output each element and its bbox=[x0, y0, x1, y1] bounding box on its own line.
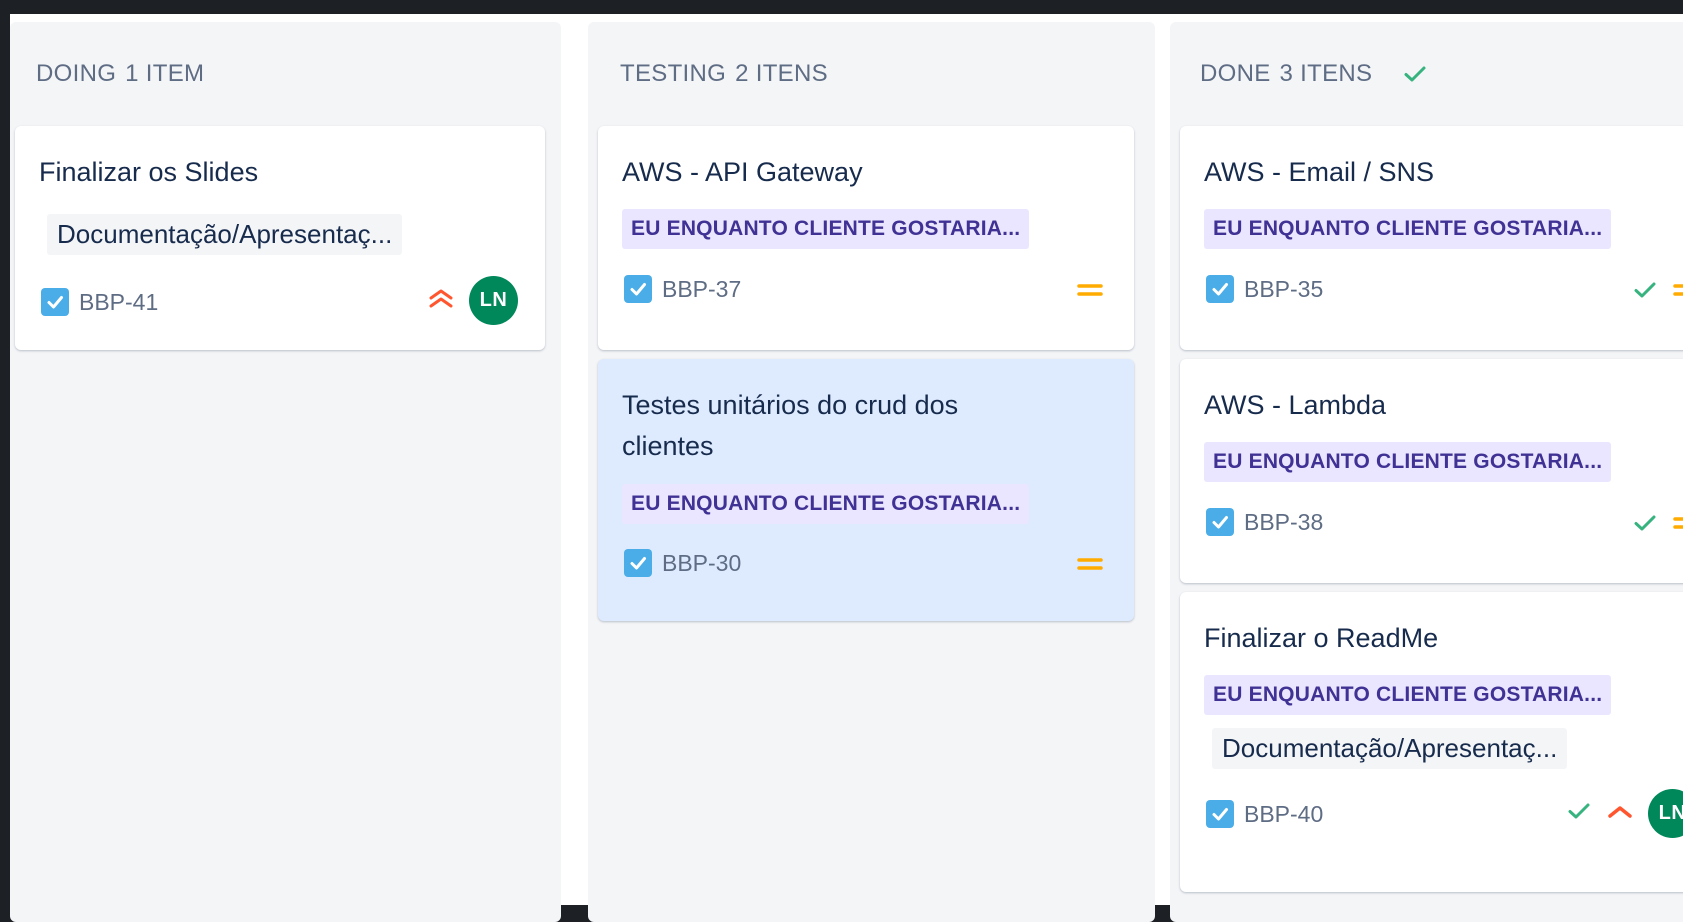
resolved-check-icon bbox=[1632, 277, 1658, 308]
avatar[interactable]: LN bbox=[469, 276, 518, 325]
card-right-icons: LN bbox=[1566, 789, 1683, 838]
column-doing: DOING 1 ITEM Finalizar os Slides Documen… bbox=[10, 22, 561, 922]
task-checkbox-icon bbox=[41, 288, 69, 316]
issue-key[interactable]: BBP-38 bbox=[1244, 509, 1323, 536]
priority-high-icon bbox=[1606, 797, 1634, 830]
card-key-row: BBP-35 bbox=[1206, 275, 1323, 303]
issue-key[interactable]: BBP-40 bbox=[1244, 801, 1323, 828]
avatar[interactable]: LN bbox=[1648, 789, 1683, 838]
card-bbp-40[interactable]: Finalizar o ReadMe EU ENQUANTO CLIENTE G… bbox=[1180, 592, 1683, 892]
column-header-done: DONE 3 ITENS bbox=[1200, 60, 1428, 88]
card-key-row: BBP-38 bbox=[1206, 508, 1323, 536]
priority-medium-icon bbox=[1076, 550, 1104, 583]
card-key-row: BBP-37 bbox=[624, 275, 741, 303]
card-right-icons bbox=[1076, 276, 1104, 309]
column-done: DONE 3 ITENS AWS - Email / SNS EU ENQUAN… bbox=[1170, 22, 1683, 922]
issue-key[interactable]: BBP-35 bbox=[1244, 276, 1323, 303]
card-key-row: BBP-40 bbox=[1206, 800, 1323, 828]
task-checkbox-icon bbox=[624, 549, 652, 577]
card-label: Documentação/Apresentaç... bbox=[47, 214, 403, 255]
column-count: 2 ITENS bbox=[735, 60, 828, 87]
card-key-row: BBP-30 bbox=[624, 549, 741, 577]
card-right-icons: LN bbox=[427, 276, 518, 325]
priority-medium-icon bbox=[1672, 276, 1683, 309]
kanban-board: DOING 1 ITEM Finalizar os Slides Documen… bbox=[10, 14, 1683, 922]
card-label: Documentação/Apresentaç... bbox=[1212, 728, 1568, 769]
column-title: DOING bbox=[36, 60, 117, 87]
card-epic: EU ENQUANTO CLIENTE GOSTARIA... bbox=[1204, 675, 1612, 715]
priority-medium-icon bbox=[1672, 509, 1683, 542]
card-bbp-41[interactable]: Finalizar os Slides Documentação/Apresen… bbox=[15, 126, 545, 350]
task-checkbox-icon bbox=[1206, 508, 1234, 536]
issue-key[interactable]: BBP-41 bbox=[79, 289, 158, 316]
resolved-check-icon bbox=[1566, 798, 1592, 829]
column-testing: TESTING 2 ITENS AWS - API Gateway EU ENQ… bbox=[588, 22, 1155, 922]
card-key-row: BBP-41 bbox=[41, 288, 158, 316]
issue-key[interactable]: BBP-30 bbox=[662, 550, 741, 577]
column-count: 1 ITEM bbox=[125, 60, 205, 87]
column-title: DONE bbox=[1200, 60, 1271, 87]
card-bbp-38[interactable]: AWS - Lambda EU ENQUANTO CLIENTE GOSTARI… bbox=[1180, 359, 1683, 583]
card-title: Finalizar o ReadMe bbox=[1204, 623, 1439, 653]
task-checkbox-icon bbox=[1206, 800, 1234, 828]
card-bbp-30[interactable]: Testes unitários do crud dos clientes EU… bbox=[598, 359, 1134, 621]
card-right-icons bbox=[1076, 550, 1104, 583]
card-title: Testes unitários do crud dos clientes bbox=[622, 390, 959, 461]
done-check-icon bbox=[1402, 61, 1428, 87]
column-header-testing: TESTING 2 ITENS bbox=[620, 60, 828, 88]
task-checkbox-icon bbox=[1206, 275, 1234, 303]
card-epic: EU ENQUANTO CLIENTE GOSTARIA... bbox=[622, 209, 1030, 249]
issue-key[interactable]: BBP-37 bbox=[662, 276, 741, 303]
card-bbp-35[interactable]: AWS - Email / SNS EU ENQUANTO CLIENTE GO… bbox=[1180, 126, 1683, 350]
column-count: 3 ITENS bbox=[1279, 60, 1373, 87]
card-title: AWS - Lambda bbox=[1204, 390, 1387, 420]
card-right-icons bbox=[1632, 276, 1683, 309]
card-epic: EU ENQUANTO CLIENTE GOSTARIA... bbox=[1204, 209, 1612, 249]
task-checkbox-icon bbox=[624, 275, 652, 303]
priority-medium-icon bbox=[1076, 276, 1104, 309]
column-header-doing: DOING 1 ITEM bbox=[36, 60, 204, 88]
card-title: AWS - API Gateway bbox=[622, 157, 863, 187]
card-epic: EU ENQUANTO CLIENTE GOSTARIA... bbox=[1204, 442, 1612, 482]
column-title: TESTING bbox=[620, 60, 727, 87]
resolved-check-icon bbox=[1632, 510, 1658, 541]
card-bbp-37[interactable]: AWS - API Gateway EU ENQUANTO CLIENTE GO… bbox=[598, 126, 1134, 350]
card-right-icons bbox=[1632, 509, 1683, 542]
priority-highest-icon bbox=[427, 284, 455, 317]
card-epic: EU ENQUANTO CLIENTE GOSTARIA... bbox=[622, 484, 1030, 524]
card-title: Finalizar os Slides bbox=[39, 157, 259, 187]
card-title: AWS - Email / SNS bbox=[1204, 157, 1435, 187]
